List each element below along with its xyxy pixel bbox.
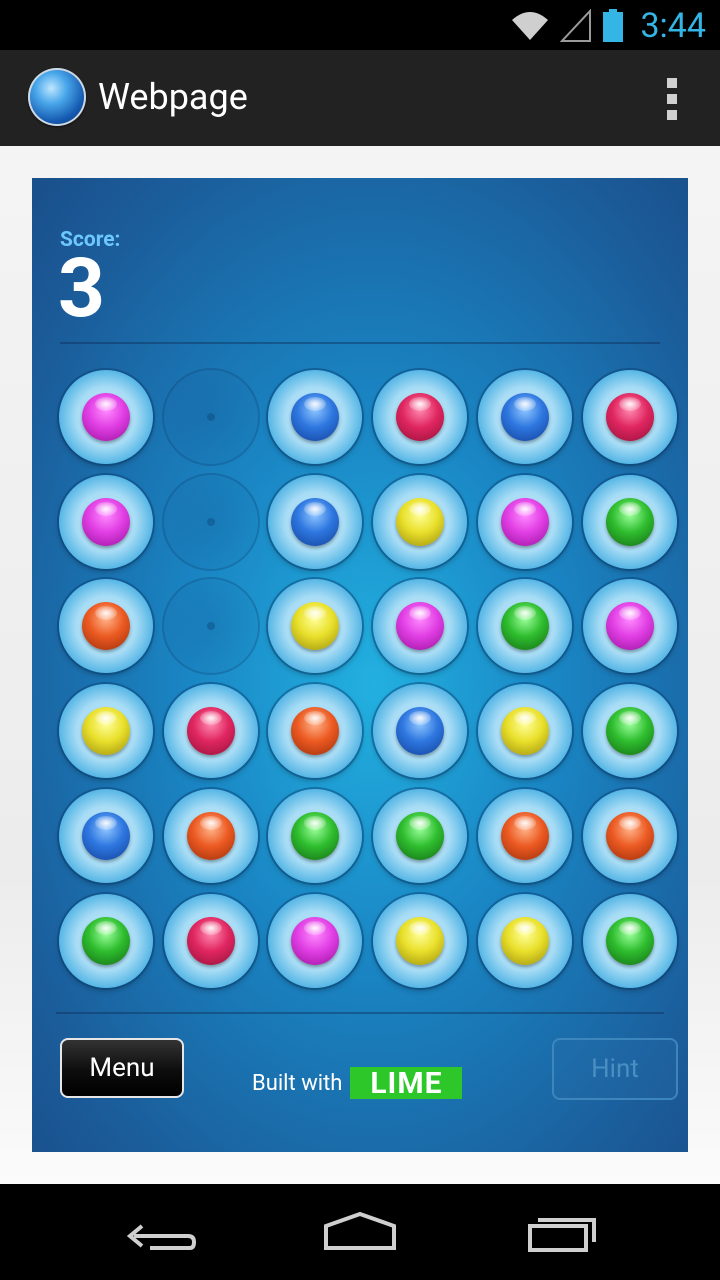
board-cell[interactable] [268, 894, 362, 988]
board-cell[interactable] [583, 370, 677, 464]
hint-button[interactable]: Hint [552, 1038, 678, 1100]
orange-ball [291, 707, 339, 755]
status-clock: 3:44 [640, 6, 706, 46]
yellow-ball [501, 917, 549, 965]
orange-ball [82, 602, 130, 650]
globe-app-icon[interactable] [28, 68, 86, 126]
back-icon[interactable] [120, 1208, 200, 1256]
board-cell[interactable] [59, 894, 153, 988]
yellow-ball [396, 498, 444, 546]
board-cell[interactable] [478, 894, 572, 988]
menu-button[interactable]: Menu [60, 1038, 184, 1098]
board-cell[interactable] [268, 475, 362, 569]
green-ball [606, 707, 654, 755]
status-bar: 3:44 [0, 0, 720, 50]
board-cell[interactable] [59, 684, 153, 778]
magenta-ball [501, 498, 549, 546]
board-cell[interactable] [478, 475, 572, 569]
signal-icon [560, 9, 592, 42]
game-area: Score: 3 Menu Built with LIME Hint [32, 178, 688, 1152]
magenta-ball [291, 917, 339, 965]
built-with-lime: Built with LIME [252, 1066, 463, 1101]
blue-ball [82, 812, 130, 860]
board-cell[interactable] [268, 684, 362, 778]
recent-apps-icon[interactable] [522, 1208, 602, 1256]
magenta-ball [396, 602, 444, 650]
game-board [32, 178, 688, 998]
yellow-ball [396, 917, 444, 965]
board-cell[interactable] [478, 684, 572, 778]
board-cell[interactable] [373, 894, 467, 988]
board-cell[interactable] [373, 789, 467, 883]
navigation-bar [0, 1184, 720, 1280]
green-ball [501, 602, 549, 650]
built-with-label: Built with [252, 1070, 343, 1096]
board-cell[interactable] [583, 579, 677, 673]
board-cell[interactable] [164, 684, 258, 778]
board-cell[interactable] [478, 370, 572, 464]
orange-ball [187, 812, 235, 860]
board-cell[interactable] [373, 684, 467, 778]
battery-icon [603, 9, 624, 42]
green-ball [396, 812, 444, 860]
orange-ball [606, 812, 654, 860]
board-cell[interactable] [59, 789, 153, 883]
board-cell[interactable] [268, 579, 362, 673]
yellow-ball [501, 707, 549, 755]
orange-ball [501, 812, 549, 860]
board-cell[interactable] [583, 789, 677, 883]
green-ball [606, 917, 654, 965]
blue-ball [396, 707, 444, 755]
board-cell[interactable] [478, 579, 572, 673]
red-ball [187, 707, 235, 755]
red-ball [606, 393, 654, 441]
board-cell[interactable] [583, 894, 677, 988]
board-cell[interactable] [373, 475, 467, 569]
blue-ball [501, 393, 549, 441]
home-icon[interactable] [320, 1208, 400, 1256]
yellow-ball [291, 602, 339, 650]
divider [56, 1012, 664, 1014]
empty-board-cell[interactable] [164, 370, 258, 464]
red-ball [396, 393, 444, 441]
red-ball [187, 917, 235, 965]
board-cell[interactable] [59, 579, 153, 673]
magenta-ball [82, 498, 130, 546]
action-bar: Webpage [0, 50, 720, 146]
board-cell[interactable] [164, 789, 258, 883]
board-cell[interactable] [373, 579, 467, 673]
app-title: Webpage [98, 76, 248, 118]
wifi-icon [512, 12, 549, 40]
board-cell[interactable] [59, 370, 153, 464]
magenta-ball [82, 393, 130, 441]
lime-logo: LIME [350, 1066, 463, 1101]
empty-board-cell[interactable] [164, 579, 258, 673]
green-ball [82, 917, 130, 965]
blue-ball [291, 393, 339, 441]
board-cell[interactable] [268, 370, 362, 464]
board-cell[interactable] [373, 370, 467, 464]
board-cell[interactable] [583, 475, 677, 569]
overflow-menu-icon[interactable] [664, 78, 680, 120]
magenta-ball [606, 602, 654, 650]
yellow-ball [82, 707, 130, 755]
blue-ball [291, 498, 339, 546]
board-cell[interactable] [59, 475, 153, 569]
board-cell[interactable] [478, 789, 572, 883]
board-cell[interactable] [268, 789, 362, 883]
empty-board-cell[interactable] [164, 475, 258, 569]
board-cell[interactable] [583, 684, 677, 778]
green-ball [291, 812, 339, 860]
board-cell[interactable] [164, 894, 258, 988]
green-ball [606, 498, 654, 546]
